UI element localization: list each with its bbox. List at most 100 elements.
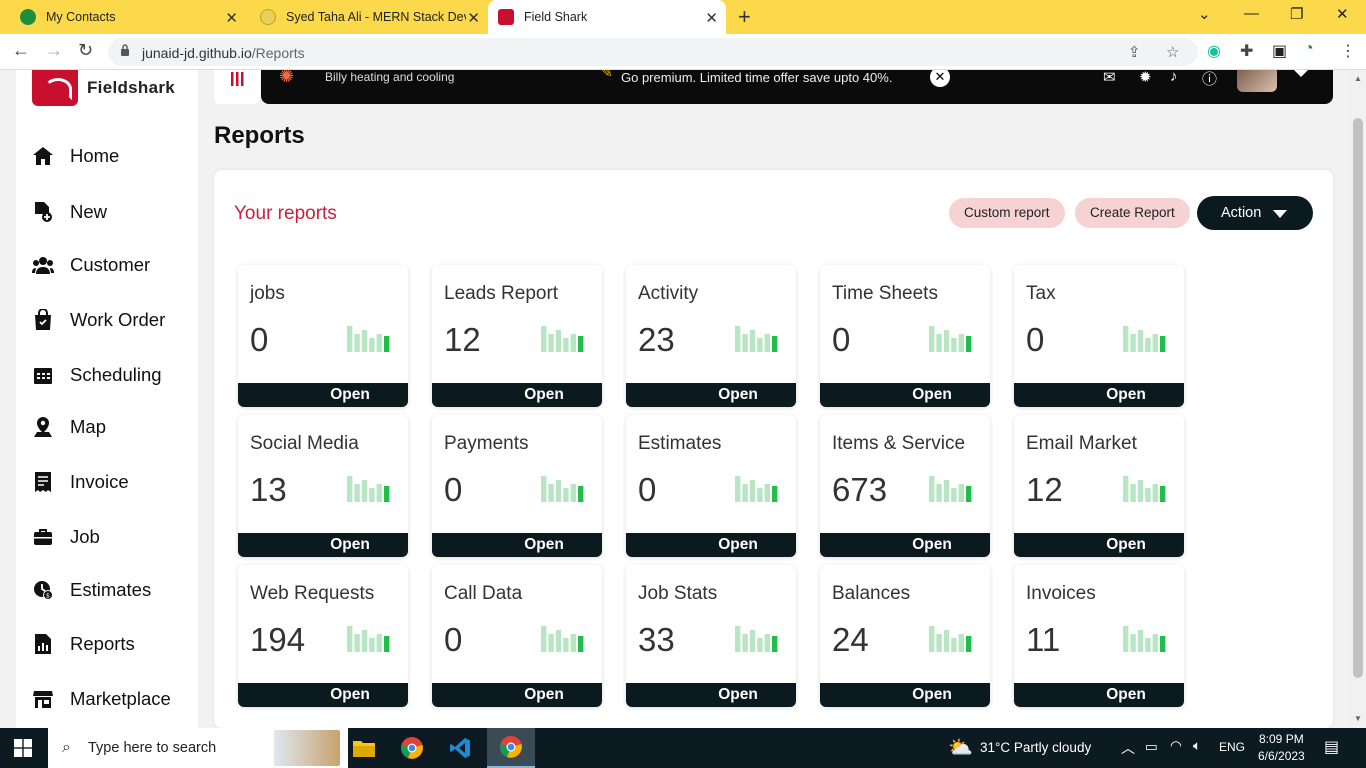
open-report-button[interactable]: Open [820,383,990,407]
open-report-button[interactable]: Open [820,533,990,557]
close-promo-button[interactable]: ✕ [930,70,950,87]
sidebar-item-invoice[interactable]: Invoice [32,467,129,497]
tab-syed-taha-ali[interactable]: Syed Taha Ali - MERN Stack Deve ✕ [250,0,488,34]
weather-icon[interactable]: ⛅ [948,735,973,760]
profile-dropdown-icon[interactable] [1294,70,1308,77]
show-hidden-icons[interactable]: ︿ [1121,738,1135,758]
report-card[interactable]: Leads Report 12 Open [432,265,602,407]
notification-center-icon[interactable]: ▤ [1324,737,1339,757]
fieldshark-favicon-icon [498,9,514,25]
sidebar-item-reports[interactable]: Reports [32,629,135,659]
minimize-icon[interactable]: — [1244,5,1259,22]
open-report-button[interactable]: Open [626,383,796,407]
tab-my-contacts[interactable]: My Contacts ✕ [8,0,246,34]
wifi-icon[interactable]: ◠ [1170,738,1182,754]
open-report-button[interactable]: Open [432,383,602,407]
premium-promo-text[interactable]: Go premium. Limited time offer save upto… [621,70,892,85]
open-report-button[interactable]: Open [820,683,990,707]
open-report-button[interactable]: Open [432,533,602,557]
company-name: Billy heating and cooling [325,70,455,84]
back-arrow-icon[interactable]: ← [12,40,30,61]
report-card[interactable]: Items & Service 673 Open [820,415,990,557]
bookmark-star-icon[interactable]: ☆ [1166,43,1179,61]
file-explorer-icon[interactable] [340,728,388,768]
scrollbar-thumb[interactable] [1353,118,1363,678]
forward-arrow-icon[interactable]: → [45,40,63,61]
open-report-button[interactable]: Open [1014,533,1184,557]
report-card[interactable]: Payments 0 Open [432,415,602,557]
browser-menu-icon[interactable]: ⋮ [1340,41,1356,61]
sidebar-item-scheduling[interactable]: Scheduling [32,360,162,390]
tab-search-chevron-icon[interactable]: ⌄ [1198,5,1211,23]
report-card[interactable]: Email Market 12 Open [1014,415,1184,557]
tab-field-shark[interactable]: Field Shark ✕ [488,0,726,34]
scroll-down-icon[interactable]: ▼ [1354,714,1362,723]
share-icon[interactable]: ⇪ [1128,43,1141,61]
clock-time[interactable]: 8:09 PM [1259,732,1304,746]
report-card[interactable]: Activity 23 Open [626,265,796,407]
page-scrollbar[interactable]: ▲ ▼ [1350,70,1366,728]
mail-icon[interactable]: ✉ [1103,70,1116,86]
menu-toggle[interactable] [214,70,260,104]
report-card[interactable]: Job Stats 33 Open [626,565,796,707]
volume-icon[interactable]: 🔈︎ [1193,738,1201,754]
new-tab-button[interactable]: + [738,4,751,30]
fieldshark-logo[interactable]: Fieldshark [32,70,175,106]
grammarly-extension-icon[interactable]: ◉ [1207,41,1221,61]
maximize-icon[interactable]: ❐ [1290,5,1303,23]
reload-icon[interactable]: ↻ [78,40,93,61]
language-indicator[interactable]: ENG [1219,740,1245,754]
open-report-button[interactable]: Open [626,683,796,707]
sidebar-item-marketplace[interactable]: Marketplace [32,684,171,714]
report-card[interactable]: Call Data 0 Open [432,565,602,707]
open-report-button[interactable]: Open [238,383,408,407]
report-card-title: Leads Report [444,283,559,304]
report-card[interactable]: Estimates 0 Open [626,415,796,557]
sidebar-item-customer[interactable]: Customer [32,250,150,280]
open-report-button[interactable]: Open [238,683,408,707]
open-report-button[interactable]: Open [432,683,602,707]
open-report-button[interactable]: Open [626,533,796,557]
clock-date[interactable]: 6/6/2023 [1258,749,1305,763]
sidebar-item-estimates[interactable]: $ Estimates [32,575,151,605]
create-report-button[interactable]: Create Report [1075,198,1190,228]
action-dropdown-button[interactable]: Action [1197,196,1313,230]
weather-text[interactable]: 31°C Partly cloudy [980,740,1091,755]
sidebar-item-map[interactable]: Map [32,412,106,442]
scroll-up-icon[interactable]: ▲ [1354,74,1362,83]
notifications-bell-icon[interactable]: ♪ [1170,70,1178,85]
report-card[interactable]: Tax 0 Open [1014,265,1184,407]
extensions-puzzle-icon[interactable]: ✚ [1240,41,1253,61]
open-report-button[interactable]: Open [1014,383,1184,407]
avatar[interactable] [1237,70,1277,92]
report-card[interactable]: Social Media 13 Open [238,415,408,557]
open-report-button[interactable]: Open [238,533,408,557]
report-card-value: 12 [1026,471,1063,508]
windows-start-icon[interactable] [14,739,32,757]
report-card[interactable]: Web Requests 194 Open [238,565,408,707]
url-input[interactable]: junaid-jd.github.io/Reports ⇪ ☆ [108,38,1198,66]
side-panel-icon[interactable]: ▣ [1272,41,1287,61]
close-tab-icon[interactable]: ✕ [225,9,238,27]
custom-report-button[interactable]: Custom report [949,198,1065,228]
report-card[interactable]: Time Sheets 0 Open [820,265,990,407]
vscode-icon[interactable] [436,728,484,768]
chrome-active-window-icon[interactable] [487,728,535,768]
chrome-icon[interactable] [388,728,436,768]
close-window-icon[interactable]: ✕ [1336,5,1349,23]
sidebar-item-job[interactable]: Job [32,522,100,552]
battery-icon[interactable]: ▭ [1145,739,1158,755]
settings-icon[interactable]: ✹ [1139,70,1152,86]
sidebar-item-home[interactable]: Home [32,141,119,171]
sidebar-item-work-order[interactable]: Work Order [32,305,165,335]
open-report-button[interactable]: Open [1014,683,1184,707]
taskbar-search-input[interactable]: ⌕ Type here to search [48,728,348,768]
close-tab-icon[interactable]: ✕ [467,9,480,27]
sidebar-item-new[interactable]: New [32,197,107,227]
profile-sync-icon[interactable]: ◔ [1304,40,1314,58]
report-card[interactable]: jobs 0 Open [238,265,408,407]
report-card[interactable]: Balances 24 Open [820,565,990,707]
close-tab-icon[interactable]: ✕ [705,9,718,27]
report-card[interactable]: Invoices 11 Open [1014,565,1184,707]
info-icon[interactable]: ⓘ [1202,70,1217,89]
